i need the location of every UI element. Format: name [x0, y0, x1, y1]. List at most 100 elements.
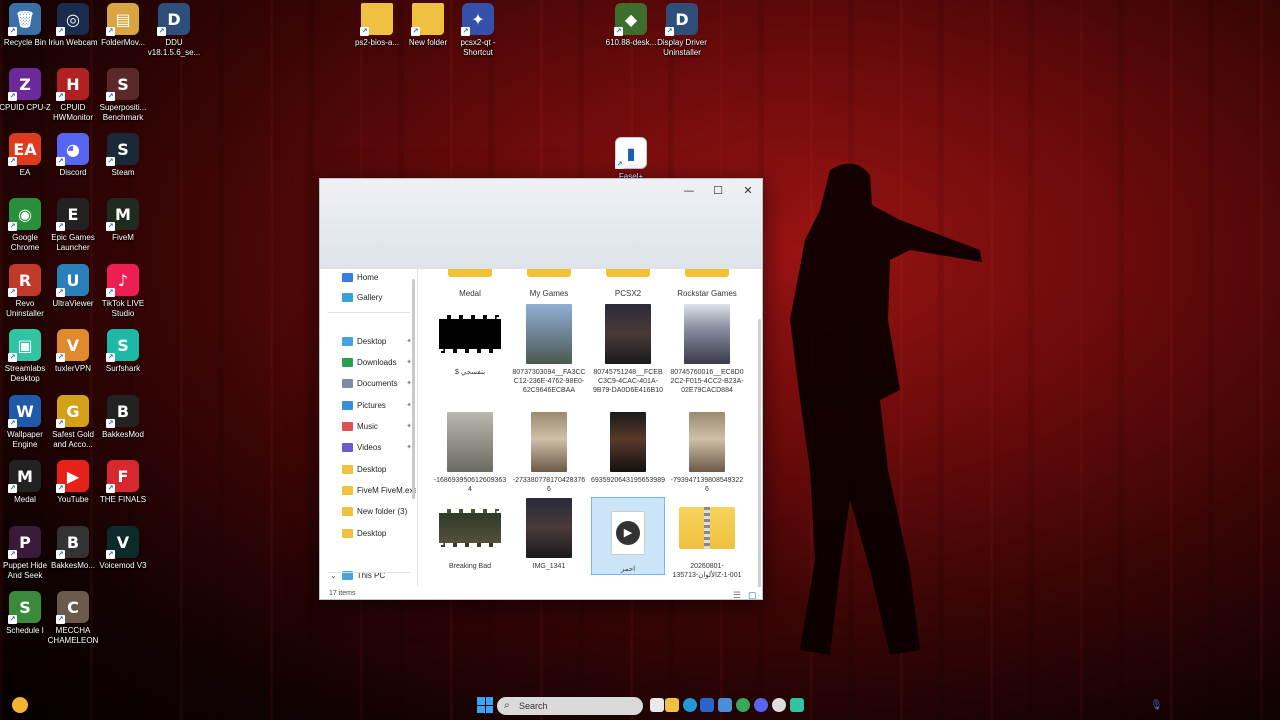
file-explorer-window[interactable]: — ☐ ✕ Home Gallery Desktop ✦ Downloads ✦ Docum…	[319, 178, 763, 600]
nav-item-label: Desktop	[357, 336, 387, 346]
image-file-item[interactable]: 80745760016__EC8D02C2-F015-4CC2-B23A-02E…	[670, 303, 744, 395]
nav-item-this-pc[interactable]: ⌄ This PC	[320, 566, 416, 584]
shortcut-arrow-icon: ↗	[8, 222, 17, 231]
desktop-icon-ultraviewer[interactable]: U ↗ UltraViewer	[45, 264, 101, 309]
shortcut-arrow-icon: ↗	[56, 484, 65, 493]
desktop-icon-ddu-v18-1-5-6-se[interactable]: D ↗ DDU v18.1.5.6_se...	[146, 3, 202, 58]
desktop-icon-steam[interactable]: S ↗ Steam	[95, 133, 151, 178]
desktop-icon-youtube[interactable]: ▶ ↗ YouTube	[45, 460, 101, 505]
video-file-item[interactable]: Breaking Bad	[433, 497, 507, 571]
desktop-icon-cpuid-hwmonitor[interactable]: H ↗ CPUID HWMonitor	[45, 68, 101, 123]
app-icon[interactable]	[718, 698, 732, 712]
desktop-icon-pcsx2-qt-shortcut[interactable]: ✦ ↗ pcsx2-qt - Shortcut	[450, 3, 506, 58]
nav-item-label: Documents	[357, 378, 398, 388]
image-file-item[interactable]: -7939471398085493226	[670, 411, 744, 494]
desktop-icon-bakkesmo[interactable]: B ↗ BakkesMo...	[45, 526, 101, 571]
desktop-icon-display-driver-uninstaller[interactable]: D ↗ Display Driver Uninstaller	[654, 3, 710, 58]
app-icon: D ↗	[157, 3, 190, 36]
app-icon: B ↗	[56, 526, 89, 559]
tiles-view-icon[interactable]: ▢	[748, 588, 757, 599]
nav-item-gallery[interactable]: Gallery	[320, 288, 416, 306]
maximize-icon[interactable]: ☐	[703, 182, 733, 200]
desktop-icon-tuxlervpn[interactable]: V ↗ tuxlerVPN	[45, 329, 101, 374]
desktop-icon-meccha-chameleon[interactable]: C ↗ MECCHA CHAMELEON	[45, 591, 101, 646]
nav-item-fivem-fivem-exe[interactable]: FiveM FiveM.exe	[320, 481, 416, 499]
edge-icon[interactable]	[683, 698, 697, 712]
nav-item-videos[interactable]: Videos ✦	[320, 438, 416, 456]
details-view-icon[interactable]: ☰	[733, 588, 741, 599]
desktop-icon-new-folder[interactable]: ↗ New folder	[400, 3, 456, 48]
desktop-icon-ps2-bios-a[interactable]: ↗ ps2-bios-a...	[349, 3, 405, 48]
desktop-icon-iriun-webcam[interactable]: ◎ ↗ Iriun Webcam	[45, 3, 101, 48]
play-icon: ▶	[611, 511, 645, 555]
image-file-item[interactable]: 80745751248__FCEBC3C9-4CAC-401A-9B79-DA0…	[591, 303, 665, 395]
close-icon[interactable]: ✕	[733, 182, 762, 200]
image-file-item[interactable]: -2733807781704283766	[512, 411, 586, 494]
image-file-item[interactable]: IMG_1341	[512, 497, 586, 571]
desktop-icon-fivem[interactable]: M ↗ FiveM	[95, 198, 151, 243]
desktop-icon-label: FolderMov...	[101, 38, 145, 47]
nav-item-home[interactable]: Home	[320, 268, 416, 286]
nav-item-downloads[interactable]: Downloads ✦	[320, 353, 416, 371]
file-explorer-taskbar-icon[interactable]	[665, 698, 679, 712]
desktop-icon-superpositi-benchmark[interactable]: S ↗ Superpositi... Benchmark	[95, 68, 151, 123]
settings-gear-icon[interactable]	[772, 698, 786, 712]
zip-file-item[interactable]: 20260801-الألوان-135713Z-1-001	[670, 497, 744, 580]
nav-icon	[342, 378, 353, 388]
shortcut-arrow-icon: ↗	[106, 353, 115, 362]
desktop-icon-voicemod-v3[interactable]: V ↗ Voicemod V3	[95, 526, 151, 571]
desktop-icon-epic-games-launcher[interactable]: E ↗ Epic Games Launcher	[45, 198, 101, 253]
folder-item[interactable]: My Games	[512, 269, 586, 299]
desktop-icon-safest-gold-and-acco[interactable]: G ↗ Safest Gold and Acco...	[45, 395, 101, 450]
streamlabs-icon[interactable]	[790, 698, 804, 712]
app-icon: V ↗	[56, 329, 89, 362]
shortcut-arrow-icon: ↗	[56, 157, 65, 166]
nav-icon	[342, 442, 353, 452]
navigation-scrollbar[interactable]	[412, 279, 415, 499]
content-scrollbar[interactable]	[758, 319, 761, 589]
thumbnail	[689, 412, 725, 472]
desktop-icon-fasel[interactable]: ▮ ↗ Fasel+	[603, 137, 659, 182]
widgets-icon[interactable]	[12, 697, 28, 713]
desktop-icon-the-finals[interactable]: F ↗ THE FINALS	[95, 460, 151, 505]
desktop-icon-610-88-desk[interactable]: ◆ ↗ 610.88-desk...	[603, 3, 659, 48]
start-icon[interactable]	[477, 697, 493, 713]
nav-item-documents[interactable]: Documents ✦	[320, 374, 416, 392]
folder-item[interactable]: Medal	[433, 269, 507, 299]
desktop-icon-foldermov[interactable]: ▤ ↗ FolderMov...	[95, 3, 151, 48]
nav-item-pictures[interactable]: Pictures ✦	[320, 396, 416, 414]
shortcut-arrow-icon: ↗	[56, 615, 65, 624]
discord-icon[interactable]	[754, 698, 768, 712]
nav-item-desktop[interactable]: Desktop	[320, 460, 416, 478]
image-file-item[interactable]: 80737303094__FA3CCC12-236E-4762-98E0-62C…	[512, 303, 586, 395]
explorer-title-bar[interactable]: — ☐ ✕	[320, 179, 762, 269]
desktop-icon-surfshark[interactable]: S ↗ Surfshark	[95, 329, 151, 374]
nav-item-new-folder-3[interactable]: New folder (3)	[320, 502, 416, 520]
image-file-item[interactable]: 6935920643195653989	[591, 411, 665, 485]
microphone-icon[interactable]: 🎙	[1150, 700, 1163, 711]
minimize-icon[interactable]: —	[674, 182, 704, 200]
video-file-item[interactable]: $ بتفسجي	[433, 303, 507, 377]
image-file-item[interactable]: -1686939506126093634	[433, 411, 507, 494]
desktop-icon-bakkesmod[interactable]: B ↗ BakkesMod	[95, 395, 151, 440]
shortcut-arrow-icon: ↗	[8, 615, 17, 624]
folder-item[interactable]: Rockstar Games	[670, 269, 744, 299]
app-icon: S ↗	[106, 329, 139, 362]
file-label: 20260801-الألوان-135713Z-1-001	[672, 563, 742, 579]
desktop-icon-label: ps2-bios-a...	[354, 38, 400, 47]
shortcut-arrow-icon: ↗	[8, 157, 17, 166]
task-view-icon[interactable]	[650, 698, 664, 712]
folder-item[interactable]: PCSX2	[591, 269, 665, 299]
taskbar-search-box[interactable]: ⌕ Search	[497, 697, 643, 715]
thumbnail	[439, 315, 501, 353]
nav-item-music[interactable]: Music ✦	[320, 417, 416, 435]
nav-item-desktop[interactable]: Desktop	[320, 524, 416, 542]
store-icon[interactable]	[700, 698, 714, 712]
video-file-item[interactable]: ▶ احمر	[591, 497, 665, 575]
chrome-icon[interactable]	[736, 698, 750, 712]
app-icon: U ↗	[56, 264, 89, 297]
nav-item-desktop[interactable]: Desktop ✦	[320, 332, 416, 350]
desktop-icon-discord[interactable]: ◕ ↗ Discord	[45, 133, 101, 178]
desktop-icon-label: Surfshark	[105, 364, 141, 373]
desktop-icon-tiktok-live-studio[interactable]: ♪ ↗ TikTok LIVE Studio	[95, 264, 151, 319]
